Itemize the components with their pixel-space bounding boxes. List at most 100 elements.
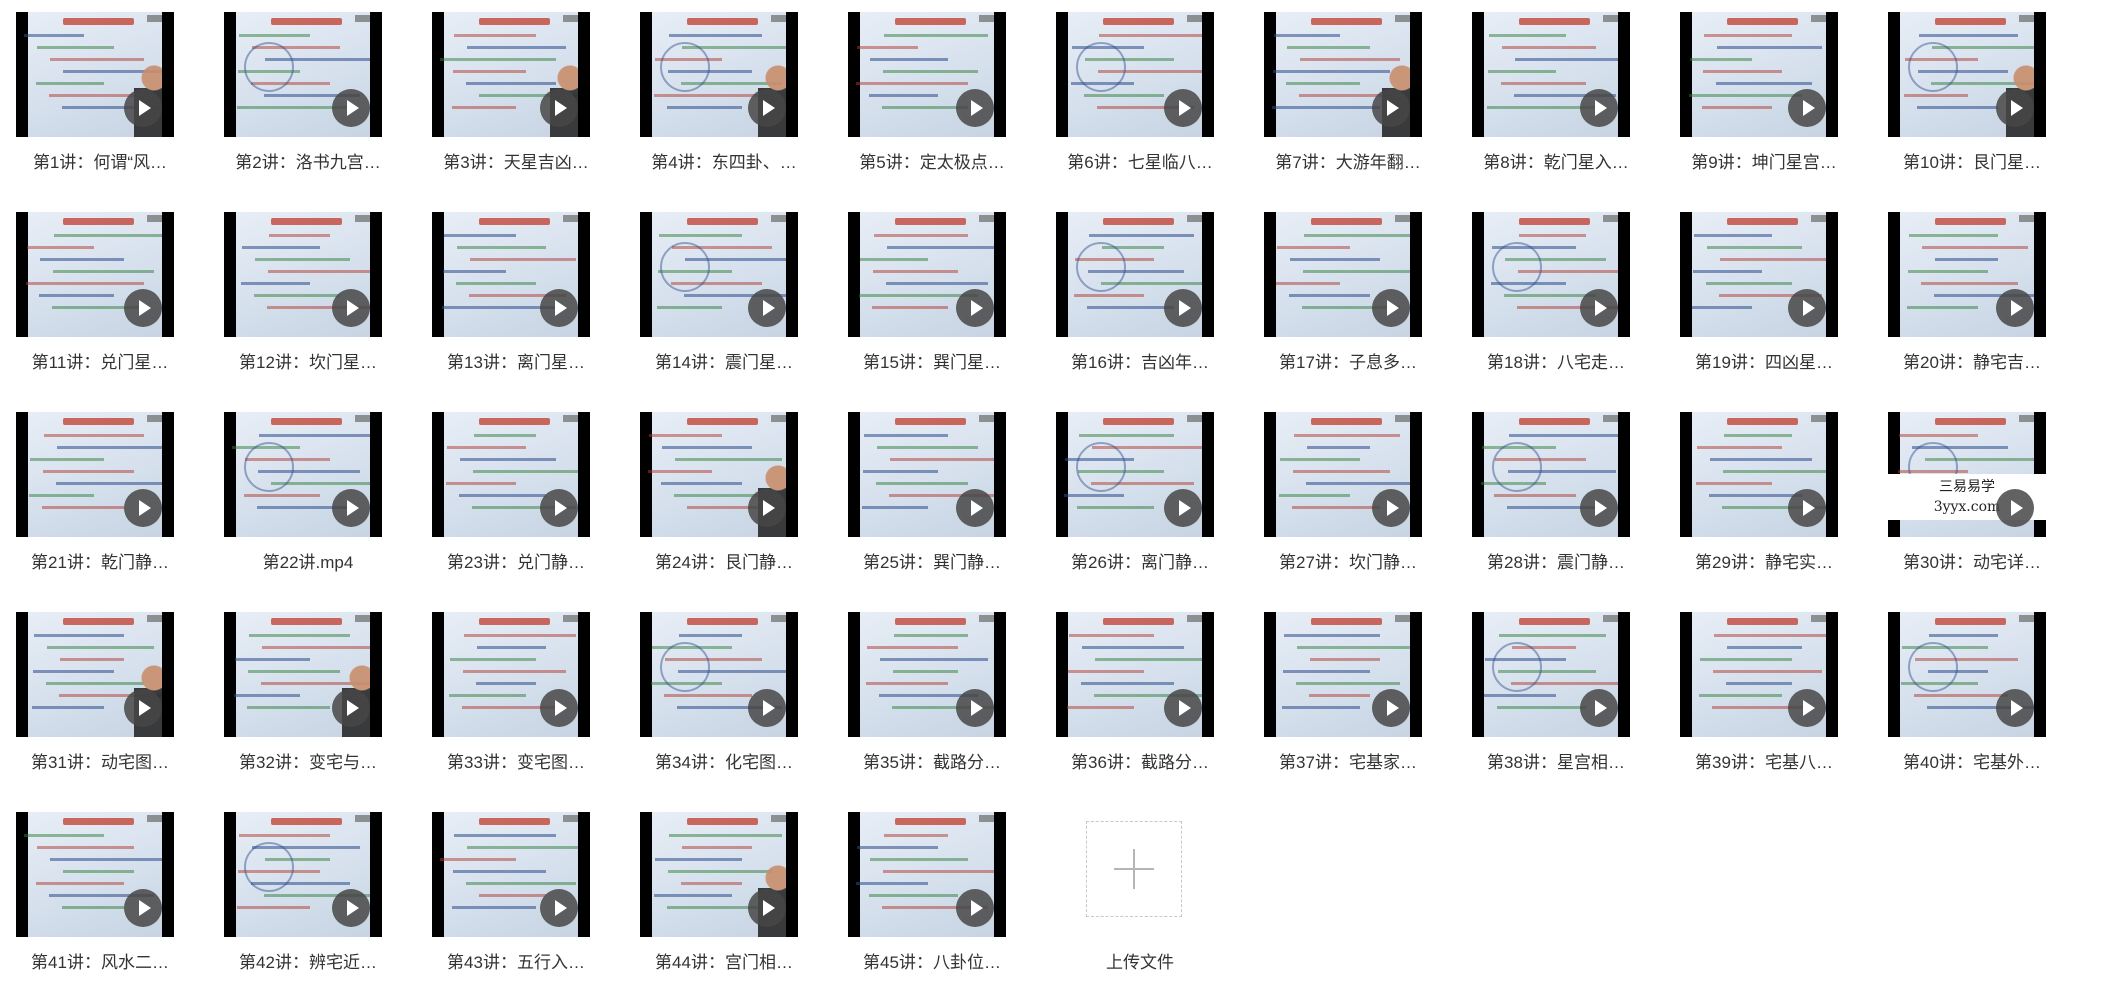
- video-thumbnail[interactable]: [640, 412, 798, 537]
- video-file-tile[interactable]: 第21讲：乾门静…: [0, 400, 200, 590]
- play-icon[interactable]: [748, 289, 786, 327]
- video-file-tile[interactable]: 第4讲：东四卦、…: [624, 0, 824, 190]
- video-file-tile[interactable]: 第31讲：动宅图…: [0, 600, 200, 790]
- file-name-label[interactable]: 第9讲：坤门星宫…: [1664, 148, 1864, 173]
- video-thumbnail[interactable]: [16, 12, 174, 137]
- video-thumbnail[interactable]: [848, 12, 1006, 137]
- video-thumbnail[interactable]: [1680, 412, 1838, 537]
- video-thumbnail[interactable]: [640, 12, 798, 137]
- video-thumbnail[interactable]: [432, 612, 590, 737]
- file-name-label[interactable]: 第19讲：四凶星…: [1664, 348, 1864, 373]
- file-name-label[interactable]: 第18讲：八宅走…: [1456, 348, 1656, 373]
- file-name-label[interactable]: 第17讲：子息多…: [1248, 348, 1448, 373]
- file-name-label[interactable]: 第33讲：变宅图…: [416, 748, 616, 773]
- video-thumbnail[interactable]: [1680, 212, 1838, 337]
- video-file-tile[interactable]: 第15讲：巽门星…: [832, 200, 1032, 390]
- video-thumbnail[interactable]: [1472, 412, 1630, 537]
- play-icon[interactable]: [1372, 89, 1410, 127]
- video-thumbnail[interactable]: [1056, 612, 1214, 737]
- video-thumbnail[interactable]: [1472, 12, 1630, 137]
- video-file-tile[interactable]: 第26讲：离门静…: [1040, 400, 1240, 590]
- video-thumbnail[interactable]: [1888, 12, 2046, 137]
- video-thumbnail[interactable]: [224, 812, 382, 937]
- file-name-label[interactable]: 第44讲：宫门相…: [624, 948, 824, 973]
- file-name-label[interactable]: 第23讲：兑门静…: [416, 548, 616, 573]
- video-thumbnail[interactable]: [432, 812, 590, 937]
- play-icon[interactable]: [1164, 289, 1202, 327]
- video-thumbnail[interactable]: [848, 612, 1006, 737]
- video-thumbnail[interactable]: [848, 212, 1006, 337]
- video-thumbnail[interactable]: [1264, 12, 1422, 137]
- video-file-tile[interactable]: 第9讲：坤门星宫…: [1664, 0, 1864, 190]
- play-icon[interactable]: [956, 89, 994, 127]
- video-thumbnail[interactable]: [848, 812, 1006, 937]
- file-name-label[interactable]: 第4讲：东四卦、…: [624, 148, 824, 173]
- video-thumbnail[interactable]: [1888, 612, 2046, 737]
- video-file-tile[interactable]: 第5讲：定太极点…: [832, 0, 1032, 190]
- video-thumbnail[interactable]: 三易易学 3yyx.com: [1888, 412, 2046, 537]
- file-name-label[interactable]: 第27讲：坎门静…: [1248, 548, 1448, 573]
- video-file-tile[interactable]: 第29讲：静宅实…: [1664, 400, 1864, 590]
- video-file-tile[interactable]: 第7讲：大游年翻…: [1248, 0, 1448, 190]
- video-thumbnail[interactable]: [1472, 612, 1630, 737]
- file-name-label[interactable]: 第31讲：动宅图…: [0, 748, 200, 773]
- file-name-label[interactable]: 第16讲：吉凶年…: [1040, 348, 1240, 373]
- video-thumbnail[interactable]: [1680, 12, 1838, 137]
- video-file-tile[interactable]: 第25讲：巽门静…: [832, 400, 1032, 590]
- file-name-label[interactable]: 第45讲：八卦位…: [832, 948, 1032, 973]
- video-thumbnail[interactable]: [224, 412, 382, 537]
- play-icon[interactable]: [124, 89, 162, 127]
- play-icon[interactable]: [748, 489, 786, 527]
- video-file-tile[interactable]: 第33讲：变宅图…: [416, 600, 616, 790]
- play-icon[interactable]: [540, 289, 578, 327]
- video-thumbnail[interactable]: [16, 612, 174, 737]
- file-name-label[interactable]: 第21讲：乾门静…: [0, 548, 200, 573]
- video-file-tile[interactable]: 第14讲：震门星…: [624, 200, 824, 390]
- file-name-label[interactable]: 第13讲：离门星…: [416, 348, 616, 373]
- video-thumbnail[interactable]: [16, 212, 174, 337]
- video-file-tile[interactable]: 第10讲：艮门星…: [1872, 0, 2072, 190]
- video-thumbnail[interactable]: [1264, 412, 1422, 537]
- video-thumbnail[interactable]: [640, 612, 798, 737]
- play-icon[interactable]: [956, 689, 994, 727]
- play-icon[interactable]: [540, 689, 578, 727]
- file-name-label[interactable]: 第40讲：宅基外…: [1872, 748, 2072, 773]
- video-thumbnail[interactable]: [1056, 12, 1214, 137]
- video-file-tile[interactable]: 第45讲：八卦位…: [832, 800, 1032, 990]
- video-file-tile[interactable]: 第8讲：乾门星入…: [1456, 0, 1656, 190]
- play-icon[interactable]: [332, 489, 370, 527]
- file-name-label[interactable]: 第30讲：动宅详…: [1872, 548, 2072, 573]
- play-icon[interactable]: [1788, 689, 1826, 727]
- video-file-tile[interactable]: 第2讲：洛书九宫…: [208, 0, 408, 190]
- video-file-tile[interactable]: 第19讲：四凶星…: [1664, 200, 1864, 390]
- play-icon[interactable]: [1164, 89, 1202, 127]
- play-icon[interactable]: [540, 89, 578, 127]
- video-file-tile[interactable]: 第28讲：震门静…: [1456, 400, 1656, 590]
- play-icon[interactable]: [332, 289, 370, 327]
- file-name-label[interactable]: 第7讲：大游年翻…: [1248, 148, 1448, 173]
- video-thumbnail[interactable]: [432, 212, 590, 337]
- file-name-label[interactable]: 第1讲：何谓“风…: [0, 148, 200, 173]
- video-thumbnail[interactable]: [16, 412, 174, 537]
- play-icon[interactable]: [332, 689, 370, 727]
- play-icon[interactable]: [956, 489, 994, 527]
- video-file-tile[interactable]: 第13讲：离门星…: [416, 200, 616, 390]
- video-thumbnail[interactable]: [224, 212, 382, 337]
- file-name-label[interactable]: 第28讲：震门静…: [1456, 548, 1656, 573]
- video-file-tile[interactable]: 第16讲：吉凶年…: [1040, 200, 1240, 390]
- file-name-label[interactable]: 第15讲：巽门星…: [832, 348, 1032, 373]
- file-name-label[interactable]: 第22讲.mp4: [208, 548, 408, 573]
- play-icon[interactable]: [1580, 89, 1618, 127]
- file-name-label[interactable]: 第3讲：天星吉凶…: [416, 148, 616, 173]
- video-file-tile[interactable]: 第1讲：何谓“风…: [0, 0, 200, 190]
- file-name-label[interactable]: 第38讲：星宫相…: [1456, 748, 1656, 773]
- upload-button[interactable]: [1086, 821, 1182, 917]
- play-icon[interactable]: [332, 889, 370, 927]
- video-file-tile[interactable]: 第6讲：七星临八…: [1040, 0, 1240, 190]
- video-thumbnail[interactable]: [1888, 212, 2046, 337]
- video-file-tile[interactable]: 第24讲：艮门静…: [624, 400, 824, 590]
- video-file-tile[interactable]: 第18讲：八宅走…: [1456, 200, 1656, 390]
- video-file-tile[interactable]: 第36讲：截路分…: [1040, 600, 1240, 790]
- play-icon[interactable]: [1372, 289, 1410, 327]
- file-name-label[interactable]: 第10讲：艮门星…: [1872, 148, 2072, 173]
